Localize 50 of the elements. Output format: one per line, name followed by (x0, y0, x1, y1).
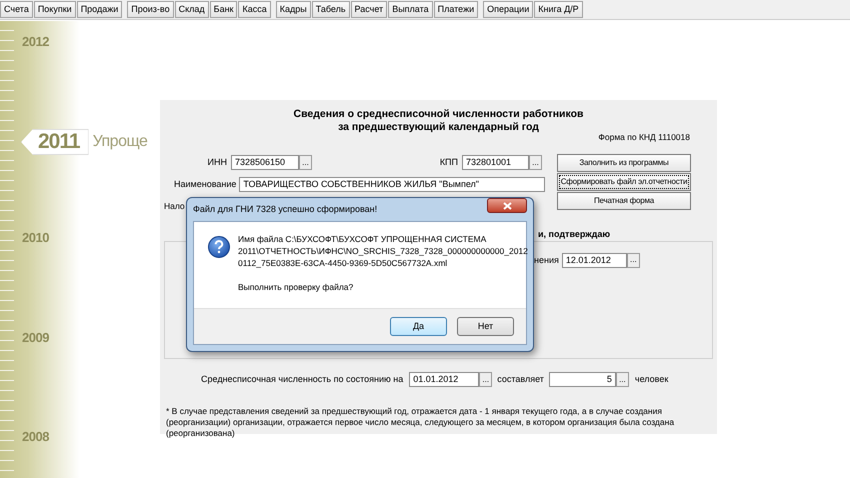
picker-button[interactable]: ... (299, 155, 312, 170)
picker-button[interactable]: ... (479, 372, 492, 388)
toolbar-button[interactable]: Выплата (388, 1, 433, 18)
picker-button[interactable]: ... (529, 155, 542, 170)
dialog-title: Файл для ГНИ 7328 успешно сформирован! (193, 202, 378, 216)
field-label: нения (534, 254, 559, 266)
toolbar-button[interactable]: Кадры (276, 1, 311, 18)
form-button[interactable]: Заполнить из программы (557, 154, 691, 172)
toolbar-button[interactable]: Книга Д/Р (534, 1, 583, 18)
field-label: Среднесписочная численность по состоянию на (201, 373, 404, 386)
picker-button[interactable]: ... (616, 372, 629, 388)
field-label: Наименование (174, 178, 236, 191)
form-button[interactable]: Печатная форма (557, 192, 691, 210)
dialog-button[interactable]: Нет (457, 317, 514, 336)
toolbar-button[interactable]: Касса (238, 1, 271, 18)
year-caption: Упроще (92, 132, 148, 152)
toolbar-button[interactable]: Платежи (434, 1, 478, 18)
form-code: Форма по КНД 1110018 (597, 131, 691, 144)
field-label: человек (634, 373, 668, 386)
field-label: составляет (497, 373, 544, 386)
toolbar-button[interactable]: Табель (312, 1, 350, 18)
date-field[interactable]: 01.01.2012 (409, 372, 480, 388)
toolbar-button[interactable]: Покупки (34, 1, 76, 18)
toolbar-button[interactable]: Произ-во (127, 1, 174, 18)
field-label: КПП (438, 156, 458, 169)
dialog-message: Имя файла C:\БУХСОФТ\БУХСОФТ УПРОЩЕННАЯ СИСТЕМА 2011\ОТЧЕТНОСТЬ\ИФНС\NO_SRCHIS_7328_7328_000000000000_2012 0112_75E0383E-63CA-4450-9369-5D50C567732A.xml (238, 233, 528, 269)
toolbar-button[interactable]: Счета (0, 1, 33, 18)
toolbar-button[interactable]: Банк (210, 1, 238, 18)
toolbar-button[interactable]: Продажи (76, 1, 122, 18)
toolbar-button[interactable]: Расчет (350, 1, 388, 18)
close-icon (502, 202, 512, 210)
form-title: Сведения о среднесписочной численности работников (292, 108, 584, 121)
kpp-field[interactable]: 732801001 (462, 155, 529, 170)
date-field[interactable]: 12.01.2012 (562, 252, 627, 268)
picker-button[interactable]: ... (626, 252, 640, 268)
field-label: Нало (164, 200, 185, 214)
field-label: ИНН (206, 156, 227, 169)
form-title: за предшествующий календарный год (337, 121, 540, 134)
form-button[interactable]: Сформировать файл эл.отчетности (557, 172, 691, 191)
inn-field[interactable]: 7328506150 (231, 155, 299, 170)
name-field[interactable]: ТОВАРИЩЕСТВО СОБСТВЕННИКОВ ЖИЛЬЯ "Вымпел" (239, 177, 546, 192)
footnote: * В случае представления сведений за предшествующий год, отражается дата - 1 января текущего года, а в случае создания (реорганизации) организации, отражается первое число месяца, следующего за месяцем, в котором организация была создана (реорганизована) (165, 406, 676, 440)
toolbar-button[interactable]: Склад (174, 1, 209, 18)
close-button[interactable] (487, 198, 527, 213)
section-heading: и, подтверждаю (538, 228, 612, 241)
toolbar-button[interactable]: Операции (483, 1, 534, 18)
question-icon (208, 236, 230, 258)
count-field[interactable]: 5 (548, 372, 616, 388)
dialog-button[interactable]: Да (390, 317, 447, 336)
dialog-question: Выполнить проверку файла? (238, 281, 354, 293)
